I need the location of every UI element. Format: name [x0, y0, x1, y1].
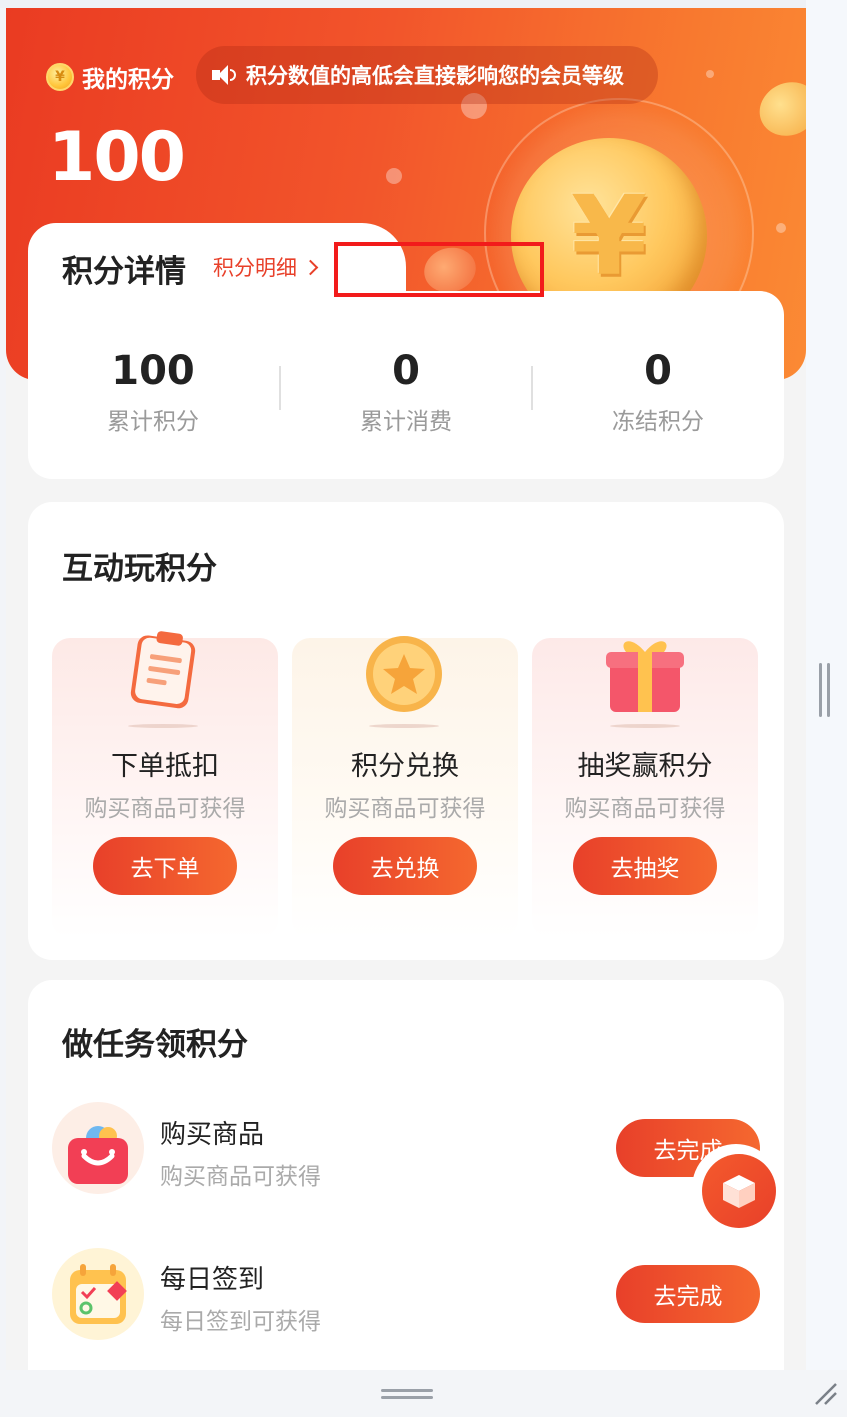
bubble-decoration	[776, 223, 786, 233]
highlight-box	[334, 242, 544, 297]
go-exchange-button[interactable]: 去兑换	[333, 837, 477, 895]
play-item-desc: 购买商品可获得	[84, 796, 246, 822]
resize-grip-icon[interactable]	[812, 1380, 840, 1408]
stat-value: 100	[111, 348, 195, 394]
header-title-row: ¥ 我的积分	[46, 60, 174, 94]
task-name: 每日签到	[160, 1265, 265, 1295]
star-coin-icon	[362, 632, 446, 716]
play-item-desc: 购买商品可获得	[324, 796, 486, 822]
stat-label: 累计消费	[360, 409, 452, 435]
small-coin-decoration	[750, 72, 806, 146]
bubble-decoration	[706, 70, 714, 78]
floating-cube-button[interactable]	[702, 1154, 776, 1228]
points-history-label: 积分明细	[213, 256, 297, 280]
calendar-icon	[52, 1248, 144, 1340]
play-item-name: 抽奖赢积分	[577, 751, 713, 782]
play-item-name: 积分兑换	[351, 751, 459, 782]
tasks-title: 做任务领积分	[62, 1027, 248, 1063]
gift-box-icon	[600, 628, 690, 718]
stat-frozen-points: 0 冻结积分	[533, 348, 783, 436]
splitter-handle[interactable]	[819, 663, 831, 717]
task-desc: 购买商品可获得	[160, 1164, 321, 1190]
complete-checkin-task-button[interactable]: 去完成	[616, 1265, 760, 1323]
go-lottery-button[interactable]: 去抽奖	[573, 837, 717, 895]
stat-label: 累计积分	[107, 409, 199, 435]
bubble-decoration	[386, 168, 402, 184]
stat-label: 冻结积分	[612, 409, 704, 435]
play-item-desc: 购买商品可获得	[564, 796, 726, 822]
clipboard-icon	[124, 628, 204, 712]
play-item-name: 下单抵扣	[111, 751, 219, 782]
stat-total-points: 100 累计积分	[28, 348, 278, 436]
notice-text: 积分数值的高低会直接影响您的会员等级	[246, 64, 624, 88]
points-history-link[interactable]: 积分明细	[213, 252, 319, 282]
go-order-button[interactable]: 去下单	[93, 837, 237, 895]
cube-icon	[723, 1175, 755, 1208]
icon-shadow	[610, 724, 680, 728]
speaker-icon	[212, 63, 238, 87]
points-value: 100	[48, 118, 186, 197]
notice-bar: 积分数值的高低会直接影响您的会员等级	[196, 46, 658, 104]
top-strip	[0, 0, 847, 8]
icon-shadow	[369, 724, 439, 728]
phone-viewport: ¥ ¥ 我的积分 积分数值的高低会直接影响您的会员等级 100 积分详情 积分明…	[6, 8, 806, 1370]
shopping-bag-icon	[52, 1102, 144, 1194]
coin-icon: ¥	[46, 63, 74, 91]
task-name: 购买商品	[160, 1120, 265, 1150]
icon-shadow	[128, 724, 198, 728]
stat-total-spent: 0 累计消费	[281, 348, 531, 436]
my-points-title: 我的积分	[82, 67, 174, 93]
stat-value: 0	[392, 348, 420, 394]
task-desc: 每日签到可获得	[160, 1309, 321, 1335]
chevron-right-icon	[302, 259, 319, 275]
details-title: 积分详情	[62, 254, 186, 290]
stat-value: 0	[644, 348, 672, 394]
bottom-grab-handle[interactable]	[381, 1389, 433, 1399]
interactive-title: 互动玩积分	[62, 551, 217, 587]
